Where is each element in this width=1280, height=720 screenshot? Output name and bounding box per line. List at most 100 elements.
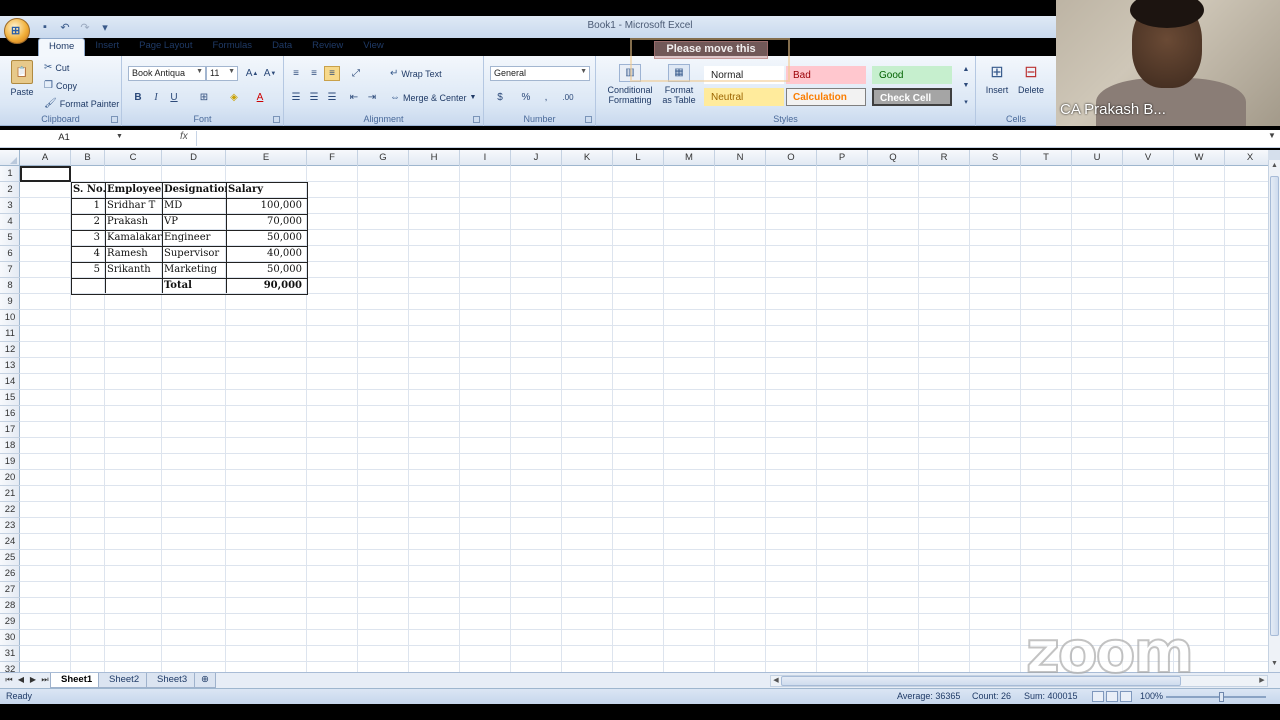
tab-formulas[interactable]: Formulas [202,38,262,56]
tab-review[interactable]: Review [302,38,353,56]
row-header-7[interactable]: 7 [0,262,20,278]
font-name-select[interactable]: Book Antiqua ▼ [128,66,206,81]
cell-designation[interactable]: Marketing [162,262,226,278]
italic-button[interactable]: I [148,90,164,105]
row-header-9[interactable]: 9 [0,294,20,310]
active-cell-a1[interactable] [20,166,71,182]
zoom-level[interactable]: 100% [1140,691,1163,701]
sheet-tab-sheet3[interactable]: Sheet3 [146,673,199,688]
clipboard-launcher[interactable] [111,116,118,123]
gallery-more-icon[interactable]: ▾ [958,94,974,109]
column-header-g[interactable]: G [358,150,409,166]
underline-button[interactable]: U [166,90,182,105]
tab-home[interactable]: Home [38,38,86,56]
expand-formula-icon[interactable]: ▼ [1266,131,1278,146]
insert-function-icon[interactable]: fx [180,131,188,142]
borders-icon[interactable]: ⊞ [196,90,212,105]
next-sheet-icon[interactable]: ▶ [28,675,38,687]
align-left-icon[interactable]: ☰ [288,90,304,105]
column-header-n[interactable]: N [715,150,766,166]
cell-employee[interactable]: Sridhar T [105,198,162,214]
header-designation[interactable]: Designation [162,182,226,198]
name-box[interactable]: A1 [2,131,126,146]
normal-view-icon[interactable] [1092,691,1104,702]
total-value[interactable]: 90,000 [226,278,307,294]
column-header-e[interactable]: E [226,150,307,166]
undo-icon[interactable]: ↶ [58,20,72,34]
page-break-view-icon[interactable] [1120,691,1132,702]
row-header-27[interactable]: 27 [0,582,20,598]
percent-button[interactable]: % [518,90,534,105]
column-header-l[interactable]: L [613,150,664,166]
currency-button[interactable]: $ [492,90,508,105]
style-calculation[interactable]: Calculation [786,88,866,106]
font-launcher[interactable] [273,116,280,123]
style-check-cell[interactable]: Check Cell [872,88,952,106]
style-bad[interactable]: Bad [786,66,866,84]
cell-employee[interactable]: Ramesh [105,246,162,262]
row-header-16[interactable]: 16 [0,406,20,422]
column-header-f[interactable]: F [307,150,358,166]
column-header-v[interactable]: V [1123,150,1174,166]
increase-indent-icon[interactable]: ⇥ [364,90,380,105]
style-normal[interactable]: Normal [704,66,784,84]
cell-designation[interactable]: Supervisor [162,246,226,262]
row-header-31[interactable]: 31 [0,646,20,662]
tab-data[interactable]: Data [262,38,302,56]
cell-salary[interactable]: 50,000 [226,262,307,278]
header-employee[interactable]: Employee [105,182,162,198]
gallery-down-icon[interactable]: ▼ [958,78,974,93]
row-header-12[interactable]: 12 [0,342,20,358]
scroll-left-icon[interactable]: ◀ [771,676,781,684]
row-header-29[interactable]: 29 [0,614,20,630]
column-header-d[interactable]: D [162,150,226,166]
row-header-5[interactable]: 5 [0,230,20,246]
first-sheet-icon[interactable]: ⏮ [4,675,14,687]
row-header-18[interactable]: 18 [0,438,20,454]
tab-view[interactable]: View [353,38,393,56]
paste-button[interactable]: 📋 Paste [8,60,36,97]
worksheet-grid[interactable]: ABCDEFGHIJKLMNOPQRSTUVWX 1 2 3 4 5 6 7 8 9 10 11 12… [0,150,1268,672]
column-header-t[interactable]: T [1021,150,1072,166]
cell-designation[interactable]: VP [162,214,226,230]
redo-icon[interactable]: ↷ [78,20,92,34]
decrease-indent-icon[interactable]: ⇤ [346,90,362,105]
bold-button[interactable]: B [130,90,146,105]
format-as-table-button[interactable]: ▦ Format as Table [660,64,698,105]
column-header-m[interactable]: M [664,150,715,166]
column-header-a[interactable]: A [20,150,71,166]
column-header-p[interactable]: P [817,150,868,166]
style-good[interactable]: Good [872,66,952,84]
cell-salary[interactable]: 40,000 [226,246,307,262]
align-center-icon[interactable]: ☰ [306,90,322,105]
row-header-21[interactable]: 21 [0,486,20,502]
conditional-formatting-button[interactable]: ▥ Conditional Formatting [602,64,658,105]
cell-employee[interactable]: Prakash [105,214,162,230]
row-header-26[interactable]: 26 [0,566,20,582]
column-header-i[interactable]: I [460,150,511,166]
gallery-up-icon[interactable]: ▲ [958,62,974,77]
last-sheet-icon[interactable]: ⏭ [40,675,50,687]
align-top-icon[interactable]: ≡ [288,66,304,81]
cut-button[interactable]: ✂ Cut [44,62,69,73]
merge-center-button[interactable]: ⇔ Merge & Center ▼ [390,92,476,103]
column-header-r[interactable]: R [919,150,970,166]
header-sno[interactable]: S. No. [71,182,105,198]
row-header-25[interactable]: 25 [0,550,20,566]
cell-designation[interactable]: Engineer [162,230,226,246]
row-header-6[interactable]: 6 [0,246,20,262]
style-neutral[interactable]: Neutral [704,88,784,106]
cell-salary[interactable]: 70,000 [226,214,307,230]
split-box[interactable] [1268,150,1280,160]
column-header-h[interactable]: H [409,150,460,166]
row-header-32[interactable]: 32 [0,662,20,672]
office-button[interactable]: ⊞ [4,18,30,44]
align-bottom-icon[interactable]: ≡ [324,66,340,81]
row-header-8[interactable]: 8 [0,278,20,294]
cell-designation[interactable]: MD [162,198,226,214]
zoom-slider[interactable] [1166,696,1266,698]
row-header-23[interactable]: 23 [0,518,20,534]
row-header-19[interactable]: 19 [0,454,20,470]
column-header-u[interactable]: U [1072,150,1123,166]
chevron-down-icon[interactable]: ▼ [116,133,123,140]
